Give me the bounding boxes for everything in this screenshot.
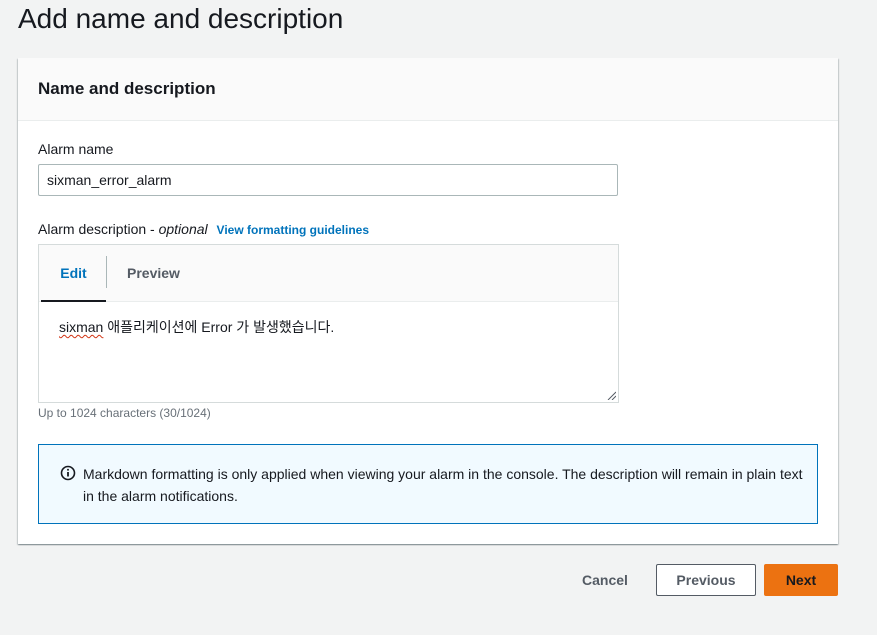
character-count-hint: Up to 1024 characters (30/1024) xyxy=(38,406,211,420)
formatting-guidelines-link[interactable]: View formatting guidelines xyxy=(217,223,369,237)
cancel-button[interactable]: Cancel xyxy=(570,564,640,596)
alarm-description-label-text: Alarm description - xyxy=(38,221,159,237)
resize-handle-icon[interactable] xyxy=(606,390,616,400)
description-editor: Edit Preview sixman 애플리케이션에 Error 가 발생했습… xyxy=(38,244,619,403)
editor-tabs: Edit Preview xyxy=(39,245,618,302)
tab-divider xyxy=(106,256,107,288)
description-textarea[interactable]: sixman 애플리케이션에 Error 가 발생했습니다. xyxy=(59,317,334,337)
tab-edit[interactable]: Edit xyxy=(41,245,106,302)
next-button[interactable]: Next xyxy=(764,564,838,596)
alarm-name-label: Alarm name xyxy=(38,141,114,157)
info-circle-icon xyxy=(60,465,76,481)
info-alert-text: Markdown formatting is only applied when… xyxy=(83,466,803,504)
alarm-name-input[interactable]: sixman_error_alarm xyxy=(38,164,618,196)
optional-label: optional xyxy=(158,221,208,237)
alarm-name-value: sixman_error_alarm xyxy=(47,172,172,188)
info-alert: Markdown formatting is only applied when… xyxy=(38,444,818,524)
description-text: 애플리케이션에 Error 가 발생했습니다. xyxy=(103,319,335,335)
card-title: Name and description xyxy=(38,79,216,98)
misspelled-word: sixman xyxy=(59,319,104,335)
previous-button[interactable]: Previous xyxy=(656,564,756,596)
alarm-description-label: Alarm description - optional View format… xyxy=(38,221,369,237)
name-description-card: Name and description Alarm name sixman_e… xyxy=(18,58,838,544)
page-title: Add name and description xyxy=(18,3,344,34)
tab-preview[interactable]: Preview xyxy=(127,245,180,301)
card-header: Name and description xyxy=(18,58,838,121)
